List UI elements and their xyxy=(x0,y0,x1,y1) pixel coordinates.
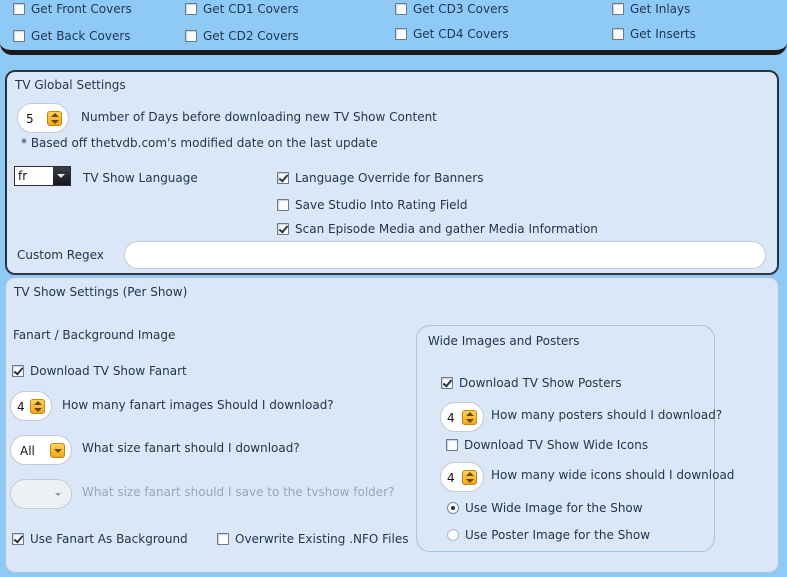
tv-language-select[interactable]: fr xyxy=(14,166,71,186)
scan-media-checkbox[interactable] xyxy=(277,223,289,235)
days-before-spinner[interactable]: 5 xyxy=(17,103,69,133)
fanart-size-label: What size fanart should I download? xyxy=(82,441,300,455)
download-wide-icons-checkbox[interactable] xyxy=(446,439,458,451)
spinner-arrows-icon[interactable] xyxy=(462,410,477,425)
inlays-label: Get Inlays xyxy=(630,2,691,16)
download-posters-checkbox[interactable] xyxy=(441,377,453,389)
language-override-label: Language Override for Banners xyxy=(295,171,484,185)
save-studio-label: Save Studio Into Rating Field xyxy=(295,198,468,212)
tv-language-value: fr xyxy=(18,169,28,183)
fanart-size-select[interactable]: All xyxy=(10,435,72,465)
use-poster-image-label: Use Poster Image for the Show xyxy=(465,528,651,542)
cd4-covers-checkbox[interactable] xyxy=(395,28,407,40)
dropdown-arrow-icon[interactable] xyxy=(50,443,65,458)
cd2-covers-label: Get CD2 Covers xyxy=(203,29,299,43)
inlays-checkbox[interactable] xyxy=(612,3,624,15)
cd3-covers-label: Get CD3 Covers xyxy=(413,2,509,16)
fanart-save-size-label: What size fanart should I save to the tv… xyxy=(82,485,395,499)
language-override-checkbox[interactable] xyxy=(277,172,289,184)
back-covers-checkbox[interactable] xyxy=(13,30,25,42)
download-posters-label: Download TV Show Posters xyxy=(459,376,622,390)
cd1-covers-label: Get CD1 Covers xyxy=(203,2,299,16)
download-fanart-checkbox[interactable] xyxy=(12,365,24,377)
days-before-value: 5 xyxy=(26,112,34,126)
tv-language-label: TV Show Language xyxy=(83,171,198,185)
wide-icons-count-label: How many wide icons should I download xyxy=(491,468,735,482)
use-poster-image-radio[interactable] xyxy=(447,529,459,541)
cd3-covers-checkbox[interactable] xyxy=(395,3,407,15)
custom-regex-input[interactable] xyxy=(124,241,766,269)
chevron-down-icon xyxy=(55,493,61,496)
use-wide-image-label: Use Wide Image for the Show xyxy=(465,501,643,515)
tv-global-settings-title: TV Global Settings xyxy=(15,78,126,92)
dropdown-arrow-icon[interactable] xyxy=(53,167,70,185)
wide-images-heading: Wide Images and Posters xyxy=(428,334,580,348)
download-fanart-label: Download TV Show Fanart xyxy=(30,364,187,378)
cd4-covers-label: Get CD4 Covers xyxy=(413,27,509,41)
fanart-heading: Fanart / Background Image xyxy=(13,328,176,342)
spinner-arrows-icon[interactable] xyxy=(47,111,62,126)
covers-panel: Get Front Covers Get Back Covers Get CD1… xyxy=(0,0,787,55)
fanart-size-value: All xyxy=(20,444,35,458)
scan-media-label: Scan Episode Media and gather Media Info… xyxy=(295,222,598,236)
overwrite-nfo-checkbox[interactable] xyxy=(217,533,229,545)
custom-regex-label: Custom Regex xyxy=(17,248,104,262)
tv-show-settings-title: TV Show Settings (Per Show) xyxy=(14,285,188,299)
back-covers-label: Get Back Covers xyxy=(31,29,131,43)
fanart-count-value: 4 xyxy=(17,400,25,414)
cd1-covers-checkbox[interactable] xyxy=(185,3,197,15)
fanart-save-size-select[interactable] xyxy=(10,479,72,509)
days-before-note: * Based off thetvdb.com's modified date … xyxy=(21,136,378,150)
inserts-checkbox[interactable] xyxy=(612,28,624,40)
overwrite-nfo-label: Overwrite Existing .NFO Files xyxy=(235,532,409,546)
posters-count-spinner[interactable]: 4 xyxy=(440,402,484,432)
use-wide-image-radio[interactable] xyxy=(447,502,459,514)
use-fanart-bg-checkbox[interactable] xyxy=(12,533,24,545)
inserts-label: Get Inserts xyxy=(630,27,696,41)
front-covers-checkbox[interactable] xyxy=(13,3,25,15)
wide-icons-count-value: 4 xyxy=(447,471,455,485)
fanart-count-label: How many fanart images Should I download… xyxy=(62,398,334,412)
fanart-count-spinner[interactable]: 4 xyxy=(10,391,52,421)
use-fanart-bg-label: Use Fanart As Background xyxy=(30,532,188,546)
days-before-label: Number of Days before downloading new TV… xyxy=(81,110,437,124)
wide-icons-count-spinner[interactable]: 4 xyxy=(440,462,484,492)
download-wide-icons-label: Download TV Show Wide Icons xyxy=(464,438,649,452)
spinner-arrows-icon[interactable] xyxy=(462,470,477,485)
front-covers-label: Get Front Covers xyxy=(31,2,132,16)
posters-count-value: 4 xyxy=(447,411,455,425)
cd2-covers-checkbox[interactable] xyxy=(185,30,197,42)
posters-count-label: How many posters should I download? xyxy=(491,408,723,422)
save-studio-checkbox[interactable] xyxy=(277,199,289,211)
spinner-arrows-icon[interactable] xyxy=(30,399,45,414)
